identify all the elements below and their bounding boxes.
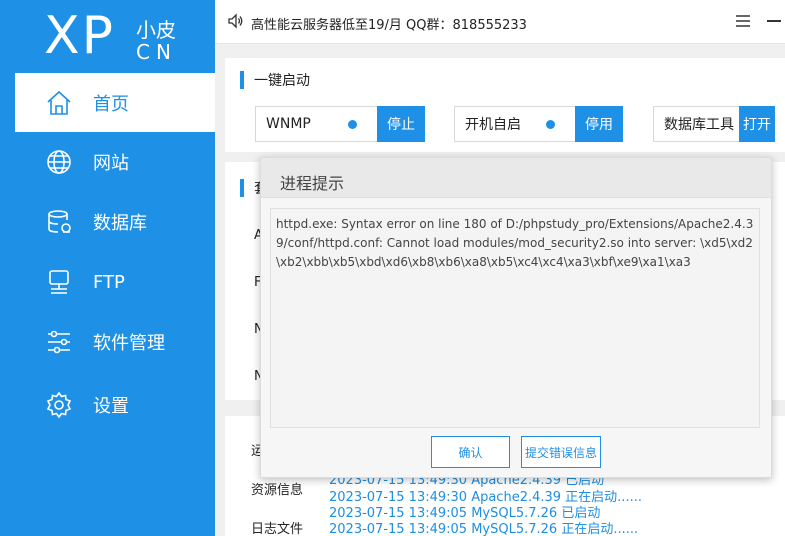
tab-resource-info[interactable]: 资源信息 xyxy=(251,479,303,498)
top-bar: 高性能云服务器低至19/月 QQ群：818555233 xyxy=(215,0,785,44)
minimize-button[interactable] xyxy=(767,20,781,22)
sidebar-item-label: 软件管理 xyxy=(93,333,165,354)
service-db-tool: 数据库工具 打开 xyxy=(653,106,775,142)
sliders-icon xyxy=(45,328,73,356)
stop-button[interactable]: 停止 xyxy=(377,106,425,142)
logo-cn-top: 小皮 xyxy=(136,18,176,42)
sidebar-item-label: 数据库 xyxy=(93,213,147,234)
speaker-icon xyxy=(228,13,243,29)
confirm-button[interactable]: 确认 xyxy=(431,436,510,468)
quickstart-card: 一键启动 WNMP 停止 开机自启 停用 数据库工具 打开 xyxy=(225,58,785,152)
sidebar-item-label: 设置 xyxy=(93,396,129,417)
home-icon xyxy=(45,89,73,117)
sidebar-item-software[interactable]: 软件管理 xyxy=(15,312,215,372)
dialog-title: 进程提示 xyxy=(280,174,345,193)
logo-xp: XP xyxy=(44,6,115,66)
menu-icon[interactable] xyxy=(735,14,751,28)
quickstart-title: 一键启动 xyxy=(240,70,310,90)
sidebar-item-label: 网站 xyxy=(93,153,129,174)
service-autostart: 开机自启 停用 xyxy=(454,106,623,142)
logo: XP 小皮 CN xyxy=(0,0,215,73)
status-dot xyxy=(348,120,357,129)
disable-button[interactable]: 停用 xyxy=(575,106,623,142)
status-dot xyxy=(546,120,555,129)
sidebar-item-database[interactable]: 数据库 xyxy=(15,192,215,252)
sidebar-item-label: 首页 xyxy=(93,93,129,115)
log-line: 2023-07-15 13:49:05 MySQL5.7.26 正在启动....… xyxy=(329,522,639,536)
sidebar-item-website[interactable]: 网站 xyxy=(15,132,215,192)
report-error-button[interactable]: 提交错误信息 xyxy=(521,436,601,468)
open-button[interactable]: 打开 xyxy=(739,106,775,142)
tab-log-files[interactable]: 日志文件 xyxy=(251,518,303,536)
service-name: WNMP xyxy=(266,116,311,132)
server-icon xyxy=(45,268,73,296)
sidebar-item-settings[interactable]: 设置 xyxy=(15,372,215,438)
service-name: 开机自启 xyxy=(465,117,521,133)
sidebar-item-home[interactable]: 首页 xyxy=(15,73,215,132)
gear-icon xyxy=(45,391,73,419)
sidebar-item-ftp[interactable]: FTP xyxy=(15,252,215,312)
sidebar: XP 小皮 CN 首页 网站 数据库 FTP 软件管理 设置 xyxy=(0,0,215,536)
globe-icon xyxy=(45,148,73,176)
notice-text[interactable]: 高性能云服务器低至19/月 QQ群：818555233 xyxy=(251,14,527,33)
service-name: 数据库工具 xyxy=(664,117,734,133)
logo-cn-bottom: CN xyxy=(136,40,177,64)
database-icon xyxy=(45,208,73,236)
dialog-header[interactable]: 进程提示 xyxy=(261,158,771,198)
dialog-message: httpd.exe: Syntax error on line 180 of D… xyxy=(270,208,760,428)
process-dialog: 进程提示 httpd.exe: Syntax error on line 180… xyxy=(260,157,772,478)
sidebar-nav: 首页 网站 数据库 FTP 软件管理 设置 xyxy=(15,73,215,438)
sidebar-item-label: FTP xyxy=(93,271,125,293)
service-wnmp: WNMP 停止 xyxy=(255,106,425,142)
